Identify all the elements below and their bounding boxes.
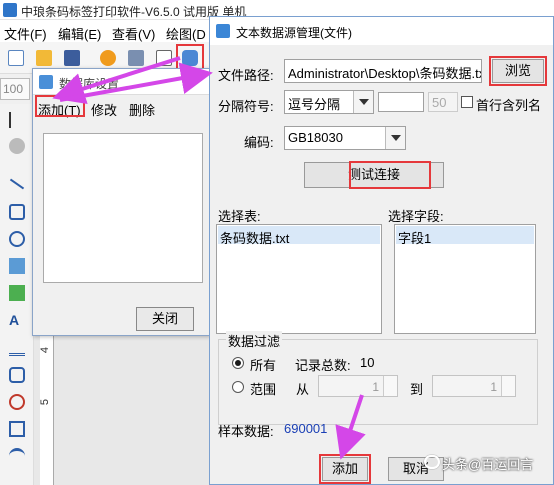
range-to-stepper[interactable]: 1 (432, 375, 516, 397)
paragraph-tool-icon[interactable] (9, 340, 25, 356)
filter-all-radio[interactable] (232, 357, 244, 369)
print-preview-icon[interactable] (156, 50, 172, 66)
field-list-item[interactable]: 字段1 (396, 226, 534, 246)
ruler-mark: 4 (39, 346, 52, 354)
table-list-item[interactable]: 条码数据.txt (218, 226, 380, 246)
ds-delete-menu[interactable]: 删除 (129, 100, 155, 119)
data-source-list[interactable] (43, 133, 203, 283)
stepper-buttons[interactable] (383, 376, 397, 396)
range-to-label: 到 (410, 382, 424, 397)
stamp-tool-icon[interactable] (9, 394, 25, 410)
first-row-checkbox[interactable] (461, 96, 473, 108)
range-from-stepper[interactable]: 1 (318, 375, 398, 397)
add-button-highlight (319, 454, 371, 484)
range-from-label: 从 (296, 382, 310, 397)
vertical-ruler: 4 5 (39, 320, 54, 485)
menu-view[interactable]: 查看(V) (112, 24, 155, 43)
dialog-title-icon (216, 24, 230, 38)
fields-label: 选择字段: (388, 209, 444, 224)
test-connection-highlight (349, 161, 431, 189)
menu-file[interactable]: 文件(F) (4, 24, 47, 43)
ds-add-highlight (35, 95, 85, 117)
separator-value: 逗号分隔 (288, 97, 341, 112)
print-icon[interactable] (128, 50, 144, 66)
drawing-toolbar: A (0, 104, 34, 485)
menu-draw[interactable]: 绘图(D (166, 24, 206, 43)
sample-data-label: 样本数据: (218, 424, 274, 439)
line-tool-icon[interactable] (9, 178, 25, 190)
database-window-icon (39, 75, 53, 89)
chevron-down-icon (391, 135, 401, 141)
save-icon[interactable] (64, 50, 80, 66)
curve-tool-icon[interactable] (9, 448, 25, 464)
qrcode-tool-icon[interactable] (9, 421, 25, 437)
rectangle-tool-icon[interactable] (9, 204, 25, 220)
separator-dropdown-button[interactable] (353, 91, 373, 113)
file-path-input[interactable]: Administrator\Desktop\条码数据.txt (284, 59, 482, 83)
sample-data-value: 690001 (284, 421, 328, 436)
dialog-titlebar: 文本数据源管理(文件) (210, 17, 553, 45)
custom-separator-input[interactable] (378, 92, 424, 112)
pan-tool-icon[interactable] (9, 138, 25, 154)
tables-list[interactable]: 条码数据.txt (216, 224, 382, 334)
watermark-logo-icon (424, 455, 440, 469)
new-file-icon[interactable] (8, 50, 24, 66)
barcode-tool-icon[interactable] (9, 367, 25, 383)
ds-window-title: 数据库设置 (59, 77, 120, 91)
dialog-title: 文本数据源管理(文件) (236, 26, 352, 40)
radio-selected-dot (235, 360, 241, 366)
record-count-value: 10 (360, 355, 375, 370)
encoding-label: 编码: (244, 135, 274, 150)
filter-range-label: 范围 (250, 382, 277, 397)
encoding-value: GB18030 (288, 130, 343, 145)
ds-modify-menu[interactable]: 修改 (91, 100, 117, 119)
menu-edit[interactable]: 编辑(E) (58, 24, 101, 43)
max-length-input[interactable]: 50 (428, 92, 458, 112)
fields-list[interactable]: 字段1 (394, 224, 536, 334)
range-to-value: 1 (490, 380, 497, 394)
file-path-label: 文件路径: (218, 68, 274, 83)
tables-label: 选择表: (218, 209, 261, 224)
text-datasource-dialog: 文本数据源管理(文件) 文件路径: Administrator\Desktop\… (209, 16, 554, 485)
ellipse-tool-icon[interactable] (9, 231, 25, 247)
stepper-buttons[interactable] (501, 376, 515, 396)
filter-all-label: 所有 (250, 358, 277, 373)
first-row-label: 首行含列名 (476, 98, 542, 113)
app-logo-icon (3, 3, 17, 17)
encoding-dropdown-button[interactable] (385, 127, 405, 149)
separator-select[interactable]: 逗号分隔 (284, 90, 374, 114)
browse-highlight (489, 56, 547, 86)
filter-range-radio[interactable] (232, 381, 244, 393)
select-pointer-icon[interactable] (9, 112, 25, 128)
record-count-label: 记录总数: (295, 358, 351, 373)
watermark: 头条@百运回言 (442, 457, 534, 472)
zoom-select[interactable]: 100 (0, 78, 30, 100)
close-button[interactable]: 关闭 (136, 307, 194, 331)
ruler-mark: 5 (39, 398, 52, 406)
picture-tool-icon[interactable] (9, 285, 25, 301)
separator-label: 分隔符号: (218, 99, 274, 114)
range-from-value: 1 (372, 380, 379, 394)
text-tool-icon[interactable]: A (9, 312, 25, 328)
open-folder-icon[interactable] (36, 50, 52, 66)
filter-legend: 数据过滤 (226, 331, 283, 350)
encoding-select[interactable]: GB18030 (284, 126, 406, 150)
chevron-down-icon (359, 99, 369, 105)
settings-gear-icon[interactable] (100, 50, 116, 66)
image-tool-icon[interactable] (9, 258, 25, 274)
ds-titlebar: 数据库设置 (33, 69, 209, 95)
database-settings-window: 数据库设置 添加(T) 修改 删除 关闭 (32, 68, 210, 336)
